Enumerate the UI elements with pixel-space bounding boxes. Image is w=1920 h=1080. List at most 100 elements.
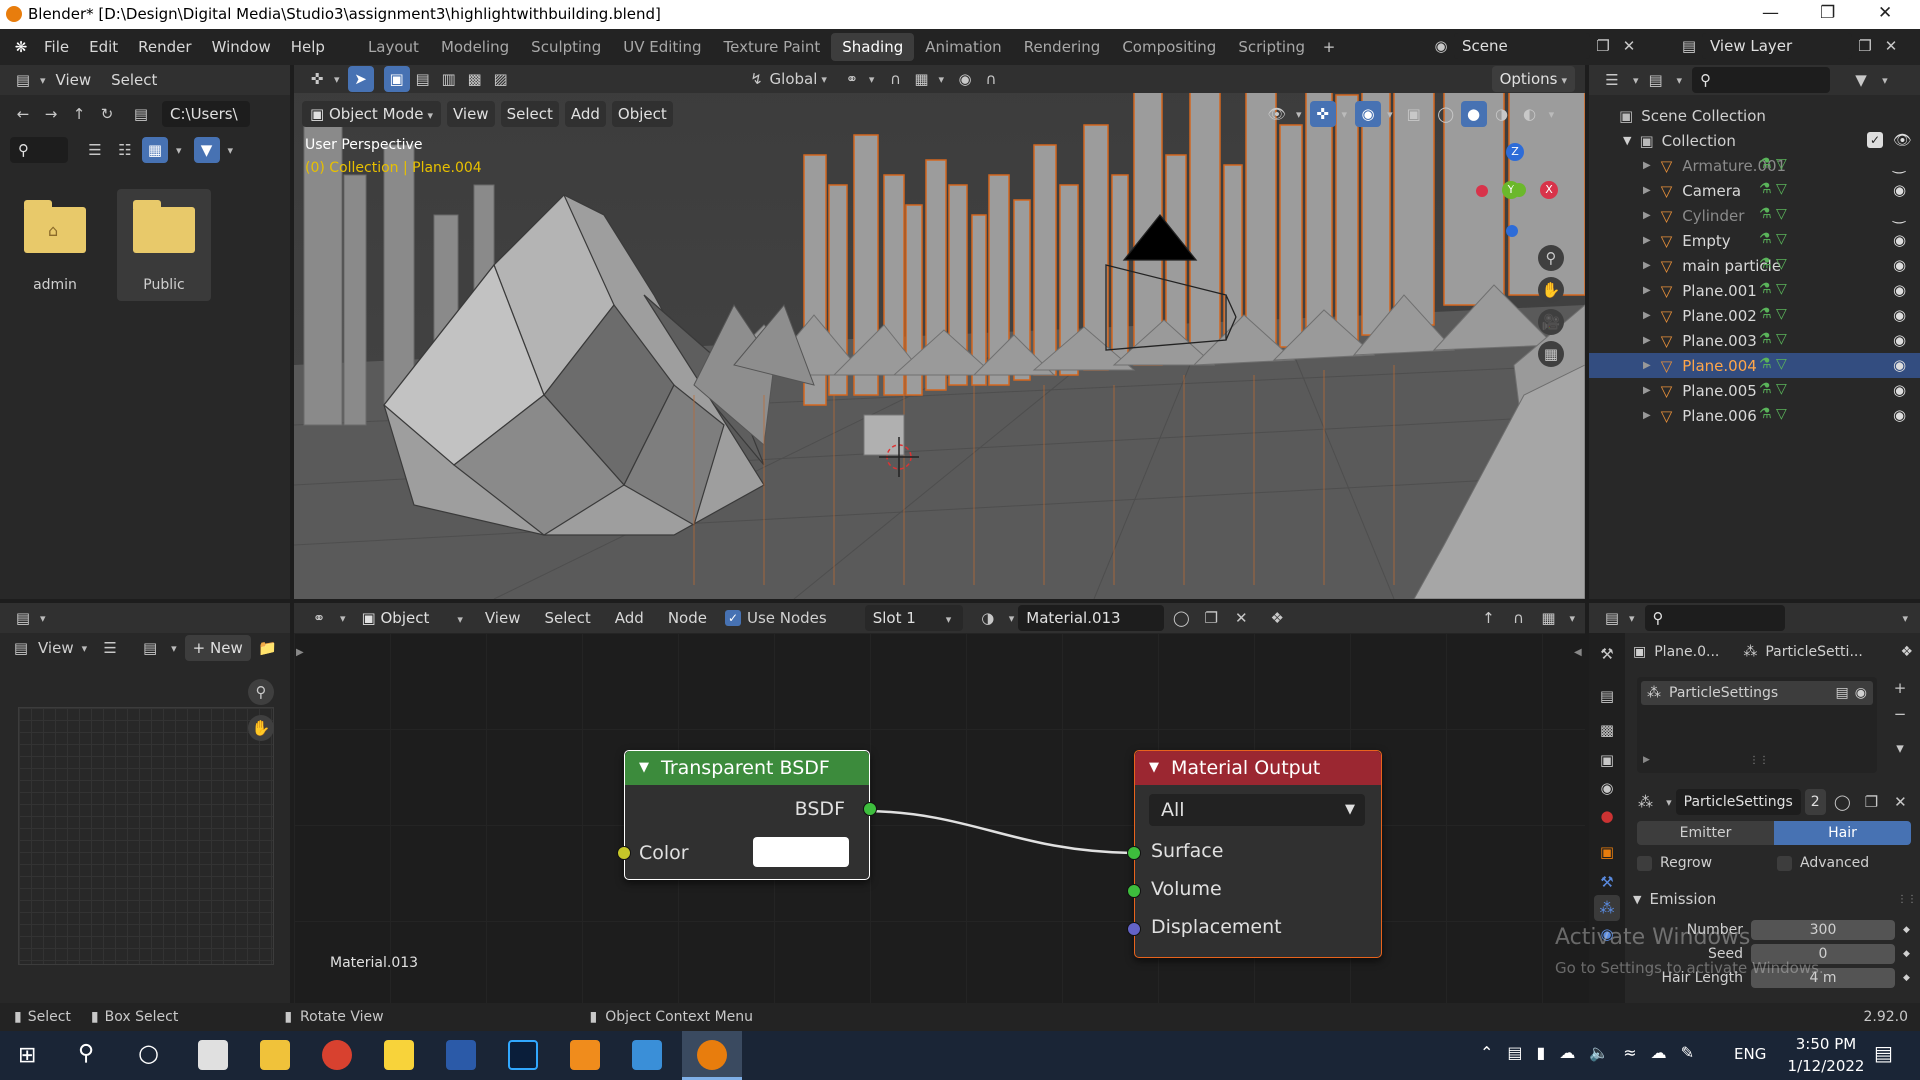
expand-chevron-icon[interactable]: ▶	[1643, 185, 1651, 196]
gizmo-neg-z[interactable]	[1506, 225, 1518, 237]
bsdf-output-socket[interactable]	[863, 802, 877, 816]
outliner-item[interactable]: ▶ ▽ Plane.005 ⚗ ▽ ◉	[1589, 378, 1920, 403]
rendered-shading-icon[interactable]: ◐	[1517, 101, 1543, 127]
expand-triangle-icon[interactable]: ▶	[1643, 755, 1650, 765]
outliner-item[interactable]: ▶ ▽ Plane.003 ⚗ ▽ ◉	[1589, 328, 1920, 353]
gizmo-x-axis[interactable]: X	[1540, 181, 1558, 199]
gizmo-neg-y[interactable]	[1512, 183, 1526, 197]
node-header[interactable]: ▼ Transparent BSDF	[625, 751, 869, 785]
modifier-icons[interactable]: ⚗ ▽	[1759, 306, 1787, 322]
gizmo-neg-x[interactable]	[1476, 185, 1488, 197]
3d-viewport[interactable]: ✜ ▾ ➤ ▣ ▤ ▥ ▩ ▨ ↯ Global ▾ ⚭ ▾ ∩ ▦ ▾ ◉ ∩ Opt…	[294, 65, 1585, 599]
expand-chevron-icon[interactable]: ▶	[1643, 410, 1651, 421]
modifier-icons[interactable]: ⚗ ▽	[1759, 406, 1787, 422]
resize-grip-icon[interactable]: ⋮⋮	[1749, 755, 1769, 766]
modifier-icons[interactable]: ⚗ ▽	[1759, 181, 1787, 197]
particle-settings-browse-icon[interactable]: ⁂	[1633, 789, 1658, 815]
color-input-socket[interactable]	[617, 846, 631, 860]
select-box-invert-icon[interactable]: ▩	[462, 66, 488, 92]
particle-system-item[interactable]: ⁂ ParticleSettings ▤ ◉	[1641, 681, 1873, 705]
view-layer-tab-icon[interactable]: ▣	[1594, 747, 1620, 773]
select-box-extend-icon[interactable]: ▤	[410, 66, 436, 92]
tab-scripting[interactable]: Scripting	[1227, 33, 1316, 61]
file-menu-select[interactable]: Select	[101, 66, 167, 94]
volume-input-socket[interactable]	[1127, 884, 1141, 898]
node-header[interactable]: ▼ Material Output	[1135, 751, 1381, 785]
view-layer-selector[interactable]: ▤ View Layer ❐ ✕	[1676, 33, 1904, 59]
object-tab-icon[interactable]: ▣	[1594, 839, 1620, 865]
list-menu-chevron-icon[interactable]: ▾	[1887, 735, 1913, 761]
collection-row[interactable]: ▼ ▣ Collection ✓ 👁	[1589, 128, 1920, 153]
add-workspace-icon[interactable]: +	[1316, 34, 1342, 60]
navigation-gizmo[interactable]: Z Y X	[1450, 143, 1558, 253]
material-output-node[interactable]: ▼ Material Output All ▼ Surface Volume D…	[1127, 750, 1382, 958]
expand-chevron-icon[interactable]: ▶	[1643, 235, 1651, 246]
menu-edit[interactable]: Edit	[79, 33, 128, 61]
outliner-search-input[interactable]: ⚲	[1692, 67, 1831, 93]
onedrive-icon[interactable]: ☁	[1651, 1043, 1667, 1062]
scene-selector[interactable]: ◉ Scene ❐ ✕	[1428, 33, 1642, 59]
advanced-option[interactable]: Advanced	[1777, 855, 1869, 871]
forward-arrow-icon[interactable]: →	[38, 101, 64, 127]
outliner-filter-icon[interactable]: ▼	[1848, 67, 1874, 93]
remove-view-layer-icon[interactable]: ✕	[1878, 33, 1904, 59]
render-tab-icon[interactable]: ▤	[1594, 683, 1620, 709]
falloff-icon[interactable]: ∩	[978, 66, 1004, 92]
tool-tab-icon[interactable]: ⚒	[1594, 641, 1620, 667]
outliner-item[interactable]: ▶ ▽ Plane.006 ⚗ ▽ ◉	[1589, 403, 1920, 428]
transform-orientation[interactable]: Global	[770, 70, 818, 88]
modifier-icons[interactable]: ⚗ ▽	[1759, 156, 1787, 172]
photos-icon[interactable]	[632, 1040, 662, 1070]
expand-chevron-icon[interactable]: ▶	[1643, 285, 1651, 296]
tab-animation[interactable]: Animation	[914, 33, 1012, 61]
tab-compositing[interactable]: Compositing	[1111, 33, 1227, 61]
new-image-button[interactable]: + New	[184, 635, 251, 661]
particles-tab-icon[interactable]: ⁂	[1594, 895, 1620, 921]
visibility-icon[interactable]: 👁	[1264, 101, 1290, 127]
cortana-icon[interactable]: ○	[138, 1039, 159, 1067]
output-target-dropdown[interactable]: All ▼	[1149, 794, 1365, 826]
duplicate-settings-icon[interactable]: ❐	[1859, 789, 1884, 815]
outliner-editor-type-icon[interactable]: ☰	[1599, 67, 1625, 93]
outliner-item[interactable]: ▶ ▽ Empty ⚗ ▽ ◉	[1589, 228, 1920, 253]
pin-icon[interactable]: ❖	[1900, 644, 1913, 660]
node-editor-panel[interactable]: ⚭ ▾ ▣ Object ▾ View Select Add Node ✓ Use …	[294, 603, 1585, 1003]
outliner-item[interactable]: ▶ ▽ Camera ⚗ ▽ ◉	[1589, 178, 1920, 203]
path-field[interactable]: C:\Users\	[162, 101, 250, 127]
visibility-eye-icon[interactable]: ◉	[1893, 231, 1906, 249]
drag-grip-icon[interactable]: ⋮⋮	[1897, 894, 1917, 905]
file-explorer-icon[interactable]	[260, 1040, 290, 1070]
minimize-icon[interactable]: —	[1762, 3, 1779, 23]
overlay-toggle-icon[interactable]: ◉	[1355, 101, 1382, 127]
chrome-icon[interactable]	[322, 1040, 352, 1070]
type-hair-button[interactable]: Hair	[1774, 821, 1911, 845]
tray-app-icon[interactable]: ▤	[1507, 1043, 1522, 1062]
clock-date[interactable]: 1/12/2022	[1786, 1057, 1866, 1075]
close-icon[interactable]: ✕	[1878, 3, 1892, 23]
expand-chevron-icon[interactable]: ▶	[1643, 160, 1651, 171]
sublime-text-icon[interactable]	[570, 1040, 600, 1070]
visibility-eye-icon[interactable]: ◉	[1893, 256, 1906, 274]
blender-taskbar-item[interactable]	[682, 1031, 742, 1080]
image-zoom-icon[interactable]: ⚲	[248, 679, 274, 705]
folder-admin[interactable]: ⌂ admin	[14, 189, 96, 297]
modifier-icons[interactable]: ⚗ ▽	[1759, 206, 1787, 222]
ortho-grid-icon[interactable]: ▦	[1538, 341, 1564, 367]
tab-layout[interactable]: Layout	[357, 33, 430, 61]
new-folder-icon[interactable]: ▤	[128, 101, 154, 127]
viewport-menu-select[interactable]: Select	[500, 101, 559, 127]
visibility-eye-icon[interactable]: ◉	[1893, 306, 1906, 324]
particle-settings-name[interactable]: ParticleSettings	[1675, 789, 1801, 815]
unlink-settings-icon[interactable]: ✕	[1888, 789, 1913, 815]
hamburger-menu-icon[interactable]: ☰	[97, 635, 123, 661]
expand-chevron-icon[interactable]: ▶	[1643, 360, 1651, 371]
tab-sculpting[interactable]: Sculpting	[520, 33, 612, 61]
image-browse-icon[interactable]: ▤	[137, 635, 163, 661]
expand-chevron-icon[interactable]: ▶	[1643, 210, 1651, 221]
visibility-eye-icon[interactable]: ◉	[1893, 381, 1906, 399]
users-count[interactable]: 2	[1804, 789, 1826, 815]
view-mode-icon[interactable]: ▤	[8, 635, 34, 661]
task-view-icon[interactable]	[198, 1040, 228, 1070]
list-vertical-icon[interactable]: ☰	[82, 137, 108, 163]
emission-section-header[interactable]: ▼ Emission ⋮⋮	[1633, 887, 1917, 911]
